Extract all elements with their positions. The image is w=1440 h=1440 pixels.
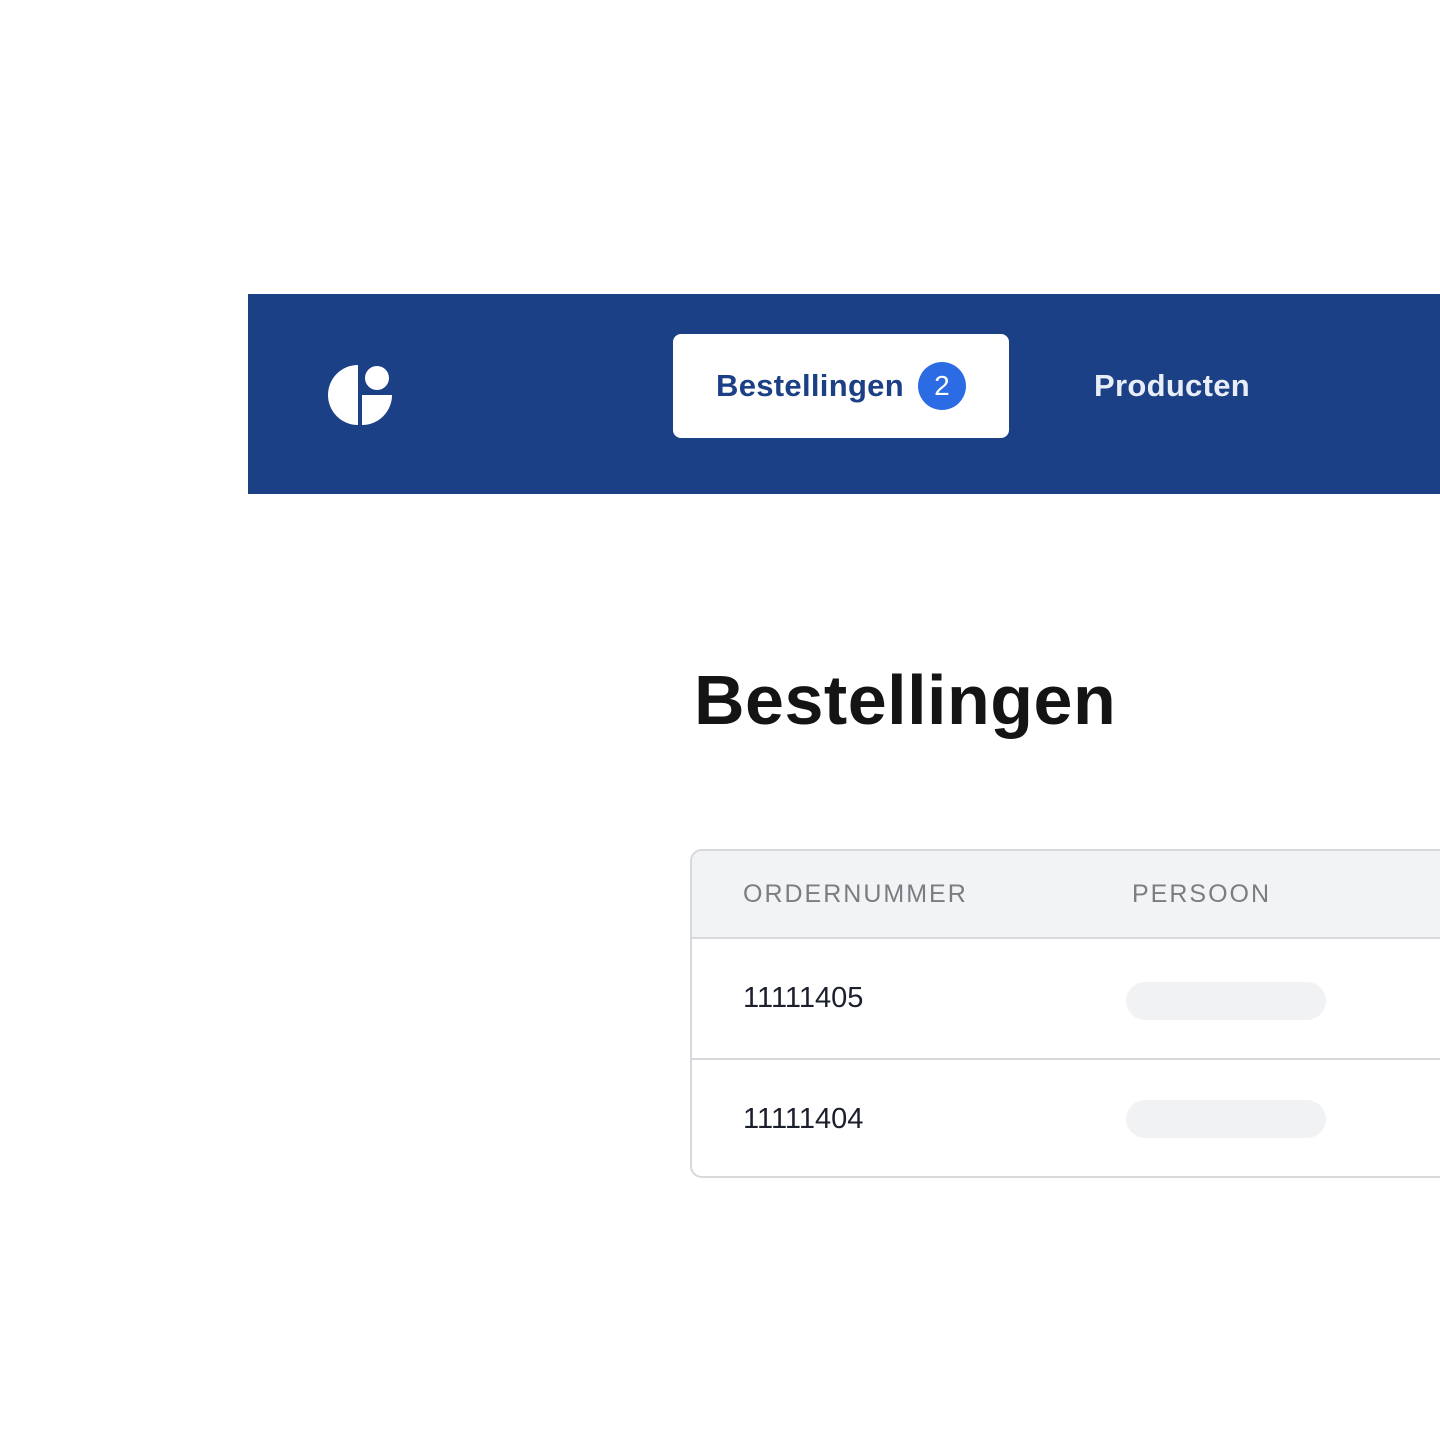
tab-bestellingen-label: Bestellingen (716, 368, 904, 403)
column-header-ordernummer[interactable]: ORDERNUMMER (743, 851, 968, 937)
table-row[interactable]: 11111405 (692, 939, 1440, 1060)
table-header: ORDERNUMMER PERSOON (692, 851, 1440, 939)
top-navigation-bar: Bestellingen 2 Producten (248, 294, 1440, 494)
page: Bestellingen 2 Producten Bestellingen OR… (0, 0, 1440, 1440)
tab-bestellingen[interactable]: Bestellingen 2 (673, 334, 1009, 438)
orders-count-badge: 2 (917, 362, 966, 410)
ordernummer-cell: 11111404 (743, 1103, 864, 1135)
column-header-persoon[interactable]: PERSOON (1132, 851, 1271, 937)
page-title: Bestellingen (694, 661, 1117, 739)
orders-table: ORDERNUMMER PERSOON 11111405 11111404 (690, 849, 1440, 1178)
table-row[interactable]: 11111404 (692, 1060, 1440, 1176)
ordernummer-cell: 11111405 (743, 982, 864, 1014)
brand-logo-icon[interactable] (328, 365, 392, 425)
persoon-placeholder (1126, 1100, 1326, 1138)
tab-producten[interactable]: Producten (1094, 334, 1250, 438)
persoon-placeholder (1126, 982, 1326, 1020)
